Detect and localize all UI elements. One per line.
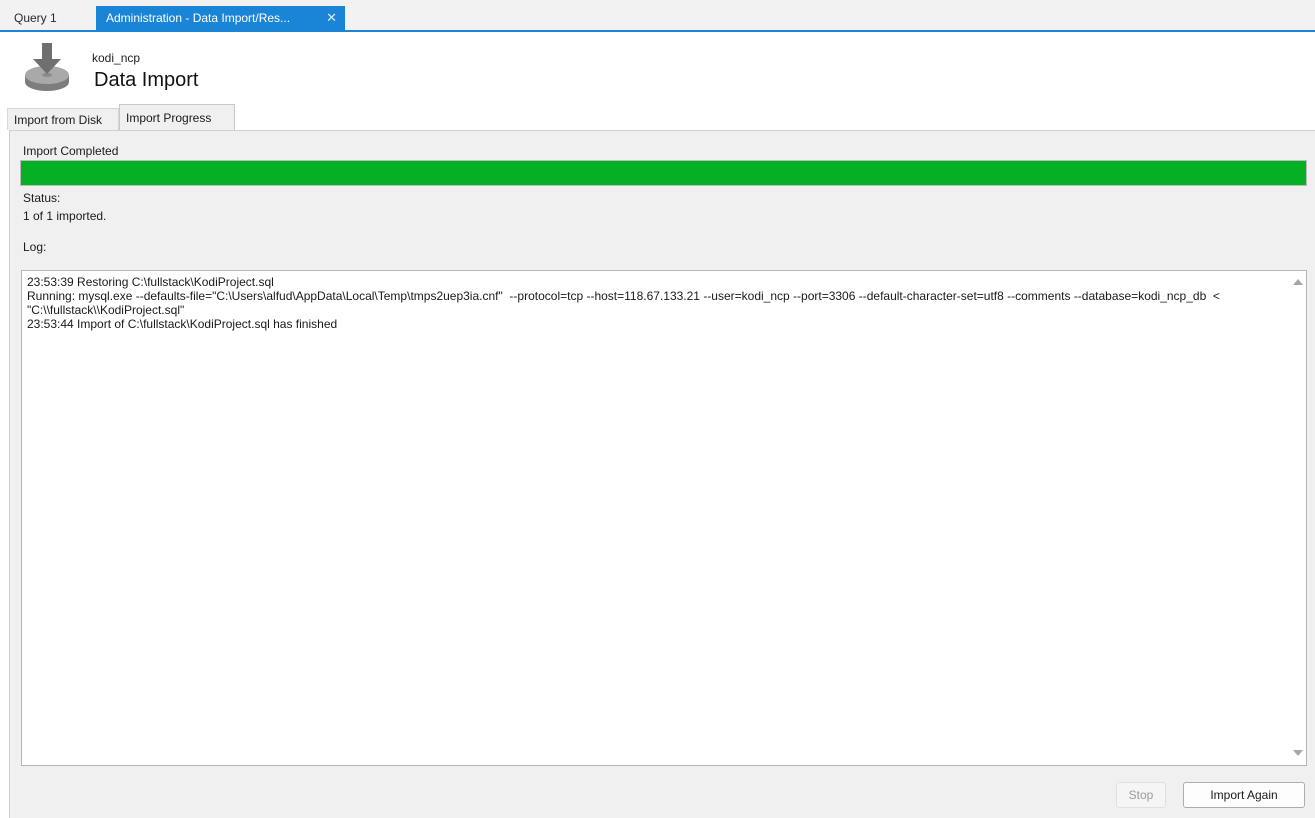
progress-label: Import Completed	[23, 144, 119, 158]
close-icon[interactable]: ✕	[326, 6, 337, 30]
status-value: 1 of 1 imported.	[23, 209, 107, 223]
log-line: 23:53:39 Restoring C:\fullstack\KodiProj…	[27, 275, 274, 289]
tab-label: Administration - Data Import/Res...	[106, 11, 291, 25]
connection-name: kodi_ncp	[92, 51, 141, 65]
import-again-button[interactable]: Import Again	[1183, 782, 1305, 808]
log-output[interactable]: 23:53:39 Restoring C:\fullstack\KodiProj…	[21, 270, 1307, 766]
progress-bar	[20, 160, 1307, 186]
import-progress-panel: Import Completed Status: 1 of 1 imported…	[9, 130, 1315, 818]
document-tab-bar: Query 1 Administration - Data Import/Res…	[0, 0, 1315, 32]
disk-import-icon	[25, 43, 69, 91]
tab-label: Query 1	[14, 11, 57, 25]
log-text: 23:53:39 Restoring C:\fullstack\KodiProj…	[27, 275, 1267, 331]
log-label: Log:	[23, 240, 47, 254]
log-line: Running: mysql.exe --defaults-file="C:\U…	[27, 289, 1224, 317]
stop-button[interactable]: Stop	[1116, 782, 1166, 808]
progress-fill	[21, 161, 1306, 185]
log-line: 23:53:44 Import of C:\fullstack\KodiProj…	[27, 317, 338, 331]
tab-query-1[interactable]: Query 1	[4, 6, 92, 30]
page-title: Data Import	[94, 69, 199, 91]
tab-administration-data-import[interactable]: Administration - Data Import/Res... ✕	[96, 6, 345, 30]
status-label: Status:	[23, 191, 61, 205]
scroll-down-arrow-icon[interactable]	[1293, 750, 1303, 756]
tab-import-from-disk[interactable]: Import from Disk	[7, 108, 119, 130]
scroll-up-arrow-icon[interactable]	[1293, 279, 1303, 285]
import-tabs: Import from Disk Import Progress	[0, 104, 1315, 130]
page-header: kodi_ncp Data Import	[0, 32, 1315, 104]
tab-import-progress[interactable]: Import Progress	[119, 104, 235, 130]
log-scrollbar[interactable]	[1289, 271, 1306, 765]
